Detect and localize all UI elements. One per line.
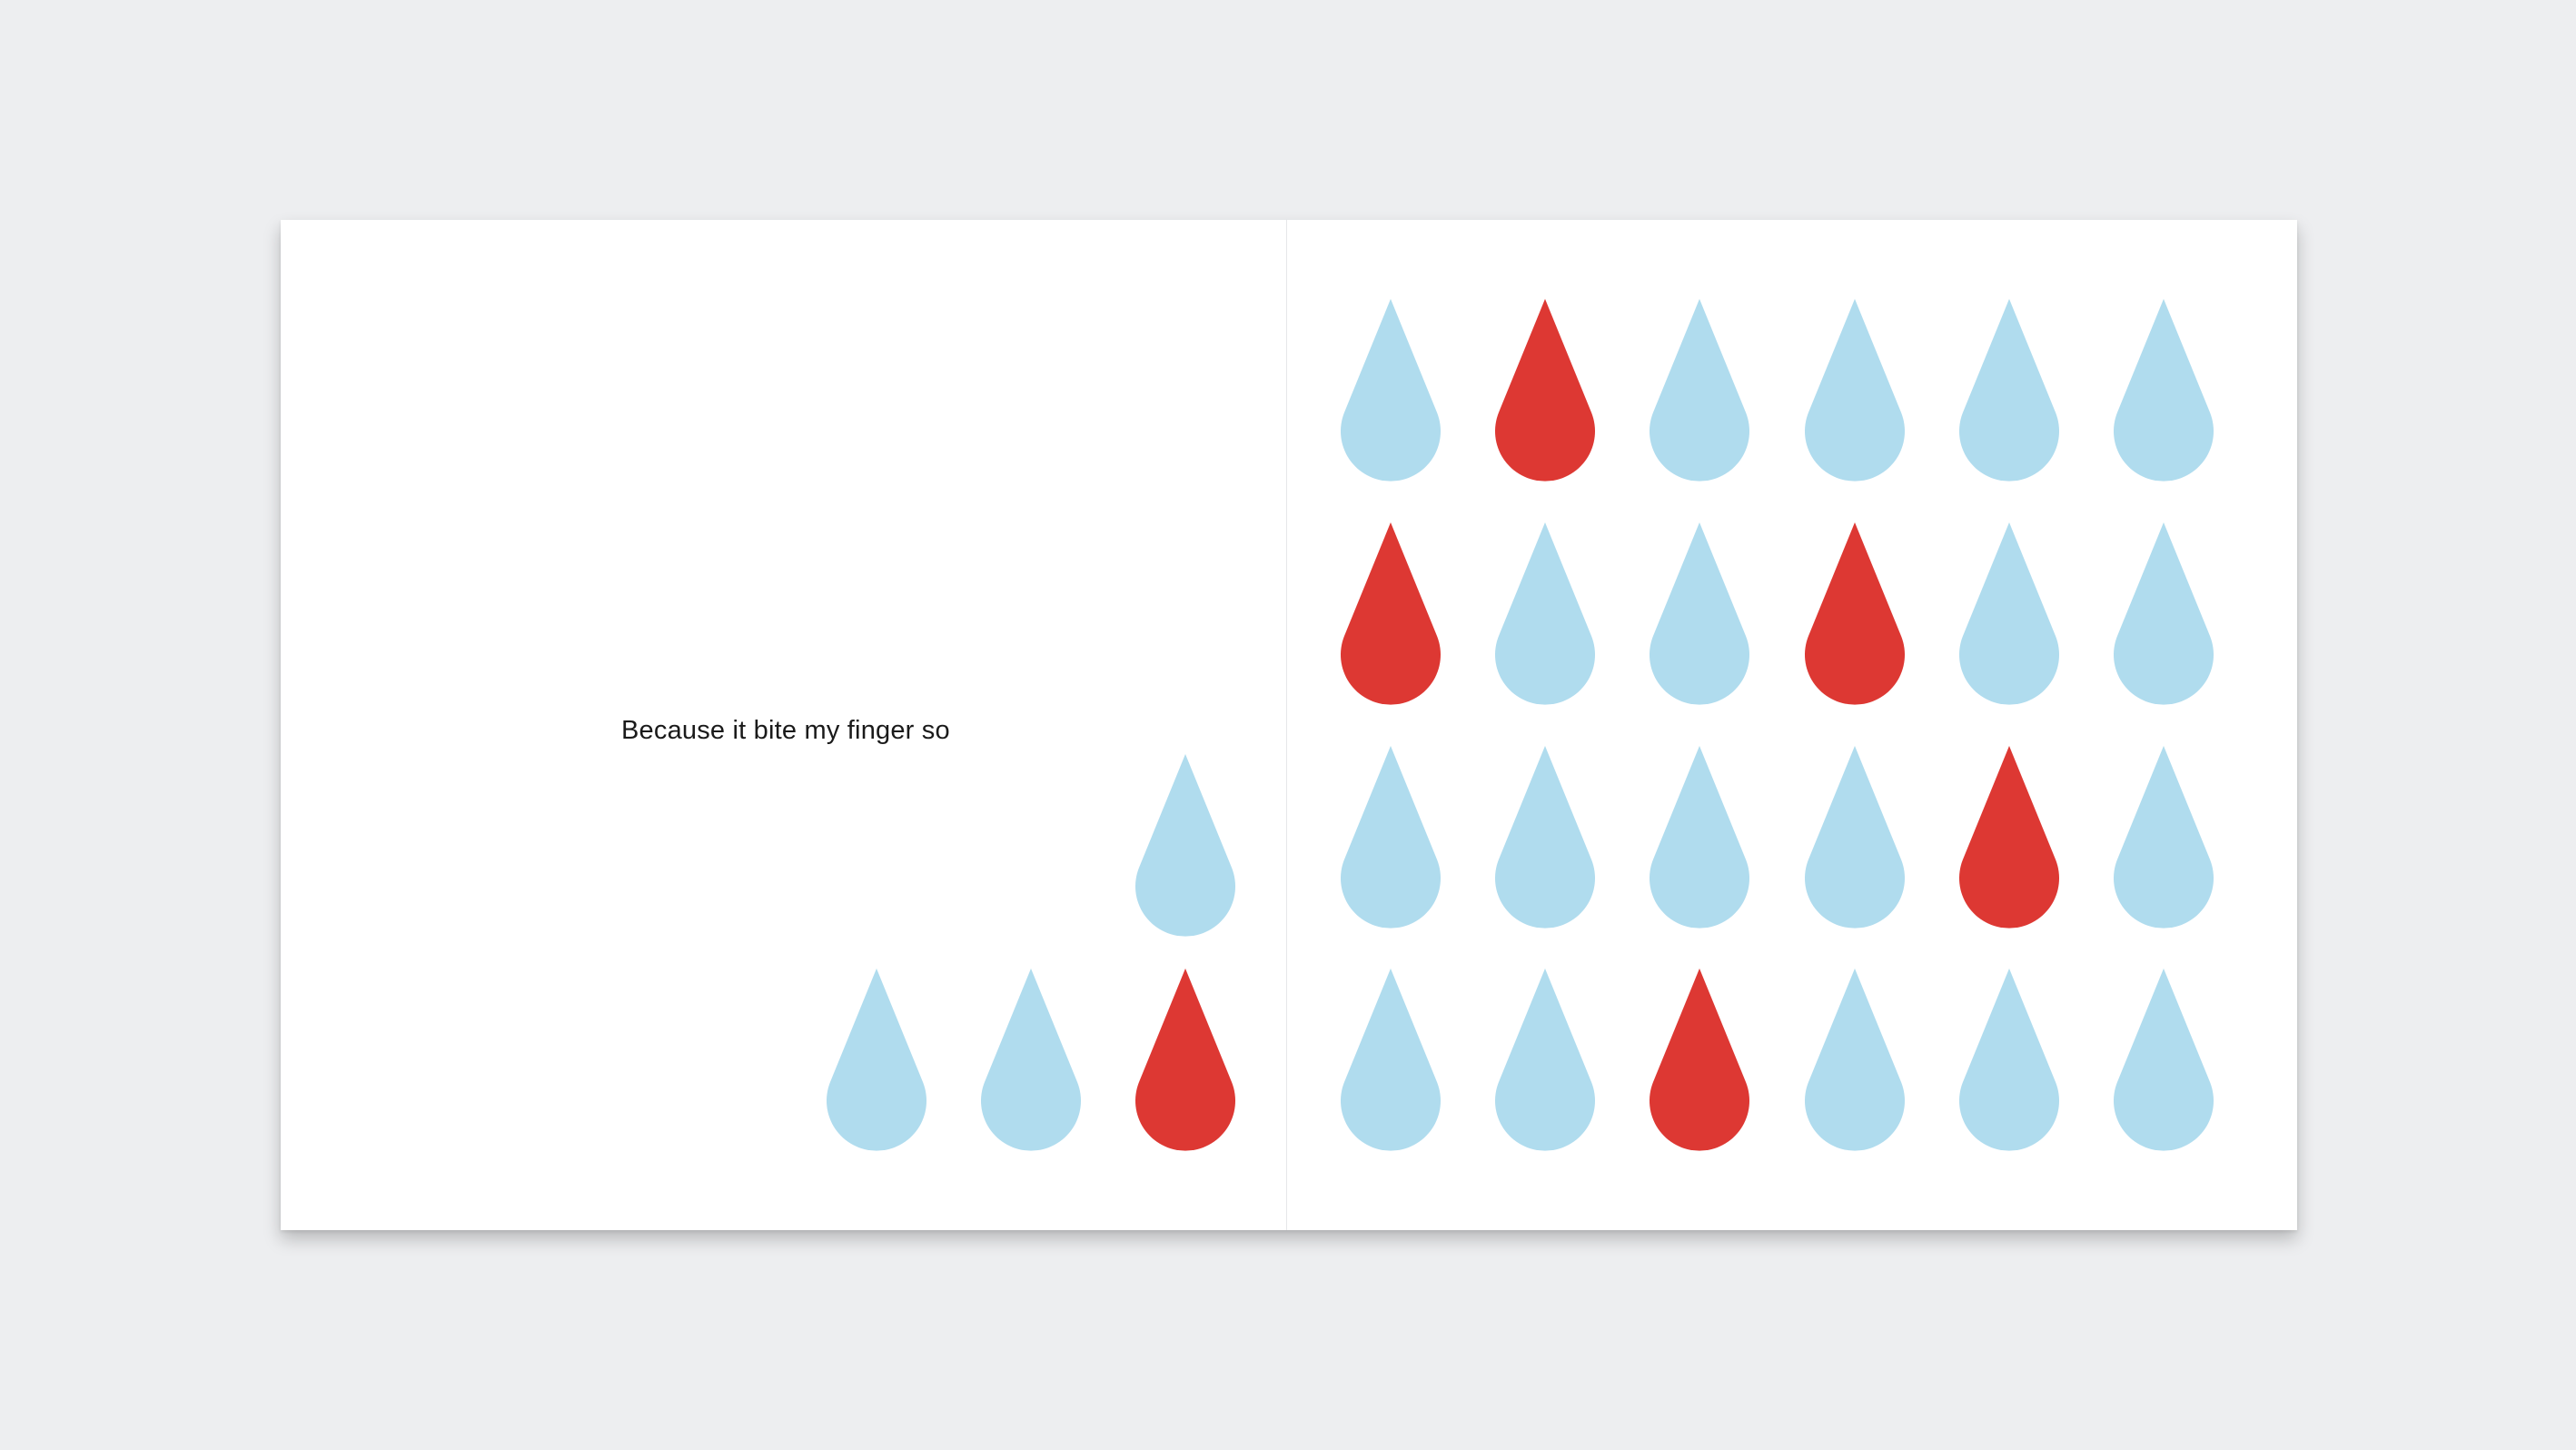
blue-drop-icon bbox=[1341, 746, 1441, 929]
red-drop-icon bbox=[1135, 968, 1235, 1151]
blue-drop-icon bbox=[1959, 299, 2059, 482]
right-page bbox=[1287, 220, 2297, 1230]
blue-drop-icon bbox=[826, 968, 927, 1151]
blue-drop-icon bbox=[1495, 522, 1595, 705]
blue-drop-icon bbox=[1341, 968, 1441, 1151]
blue-drop-icon bbox=[981, 968, 1081, 1151]
blue-drop-icon bbox=[1495, 746, 1595, 929]
red-drop-icon bbox=[1650, 968, 1749, 1151]
blue-drop-icon bbox=[1805, 968, 1905, 1151]
red-drop-icon bbox=[1341, 522, 1441, 705]
blue-drop-icon bbox=[2114, 746, 2214, 929]
blue-drop-icon bbox=[2114, 522, 2214, 705]
right-drops-grid bbox=[1341, 299, 2214, 1151]
blue-drop-icon bbox=[1805, 299, 1905, 482]
blue-drop-icon bbox=[1959, 968, 2059, 1151]
open-book-spread: Because it bite my finger so bbox=[281, 220, 2297, 1230]
blue-drop-icon bbox=[1135, 754, 1235, 937]
red-drop-icon bbox=[1959, 746, 2059, 929]
red-drop-icon bbox=[1805, 522, 1905, 705]
blue-drop-icon bbox=[1650, 299, 1749, 482]
blue-drop-icon bbox=[1650, 522, 1749, 705]
left-drops-illustration bbox=[826, 754, 1235, 1151]
blue-drop-icon bbox=[1495, 968, 1595, 1151]
blue-drop-icon bbox=[1959, 522, 2059, 705]
blue-drop-icon bbox=[2114, 968, 2214, 1151]
blue-drop-icon bbox=[2114, 299, 2214, 482]
left-page: Because it bite my finger so bbox=[281, 220, 1287, 1230]
blue-drop-icon bbox=[1650, 746, 1749, 929]
blue-drop-icon bbox=[1805, 746, 1905, 929]
blue-drop-icon bbox=[1341, 299, 1441, 482]
red-drop-icon bbox=[1495, 299, 1595, 482]
